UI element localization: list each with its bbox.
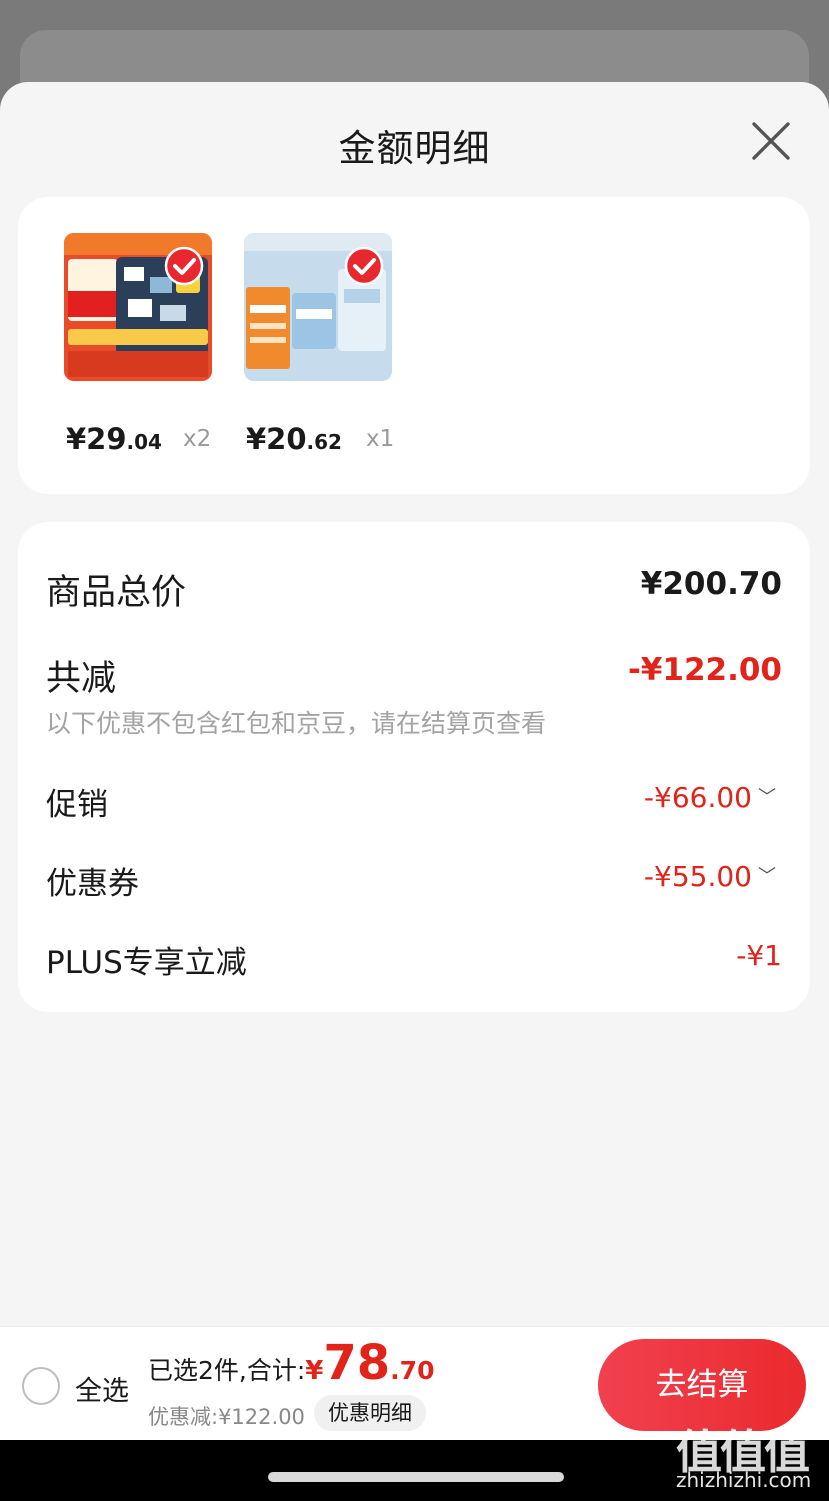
plus-discount-value: -¥1 (736, 939, 782, 972)
product-qty-2: x1 (366, 426, 395, 452)
promo-row-toggle[interactable]: -¥66.00 ﹀ (644, 781, 776, 814)
plus-discount-label: PLUS专享立减 (46, 945, 247, 981)
product-thumbnail-2[interactable] (244, 233, 392, 381)
total-integer: 78 (323, 1335, 391, 1391)
home-indicator[interactable] (268, 1472, 564, 1482)
total-decimal: .70 (390, 1356, 435, 1385)
discount-summary: 优惠减:¥122.00 (148, 1405, 305, 1429)
chevron-down-icon: ﹀ (758, 866, 776, 887)
close-icon (752, 122, 790, 160)
discount-note: 以下优惠不包含红包和京豆，请在结算页查看 (46, 709, 547, 738)
product-price-1: ¥29.04 (66, 422, 162, 456)
price-detail-card: 商品总价 ¥200.70 共减 -¥122.00 以下优惠不包含红包和京豆，请在… (18, 522, 810, 1012)
amount-detail-sheet: 金额明细 ¥29.04 x2 ¥20.62 x1 商品总价 ¥200.70 共减… (0, 82, 829, 1501)
coupon-value: -¥55.00 (643, 860, 752, 893)
products-card: ¥29.04 x2 ¥20.62 x1 (18, 197, 810, 494)
product-qty-1: x2 (183, 426, 212, 452)
close-button[interactable] (746, 116, 796, 166)
selected-summary: 已选2件,合计:¥78.70 (148, 1335, 434, 1391)
watermark-domain: zhizhizhi.com (676, 1468, 812, 1492)
total-price-value: ¥200.70 (640, 566, 782, 602)
total-currency: ¥ (305, 1356, 324, 1386)
coupon-label: 优惠券 (46, 866, 139, 902)
price-integer: ¥29 (66, 422, 127, 456)
promo-label: 促销 (46, 787, 108, 823)
discount-detail-button[interactable]: 优惠明细 (314, 1395, 426, 1431)
selected-count-text: 已选2件,合计: (148, 1356, 306, 1385)
price-decimal: .62 (306, 430, 342, 454)
promo-value: -¥66.00 (643, 781, 752, 814)
price-decimal: .04 (126, 430, 162, 454)
total-reduce-label: 共减 (46, 659, 117, 699)
selected-check-icon (344, 246, 384, 286)
chevron-down-icon: ﹀ (758, 787, 776, 808)
total-reduce-value: -¥122.00 (627, 652, 782, 688)
select-all-label[interactable]: 全选 (75, 1369, 129, 1408)
coupon-row-toggle[interactable]: -¥55.00 ﹀ (644, 860, 776, 893)
product-thumbnail-1[interactable] (64, 233, 212, 381)
price-integer: ¥20 (246, 422, 307, 456)
sheet-title: 金额明细 (338, 127, 491, 170)
selected-check-icon (164, 246, 204, 286)
total-price-label: 商品总价 (46, 573, 187, 613)
product-price-2: ¥20.62 (246, 422, 342, 456)
select-all-radio[interactable] (22, 1367, 60, 1405)
